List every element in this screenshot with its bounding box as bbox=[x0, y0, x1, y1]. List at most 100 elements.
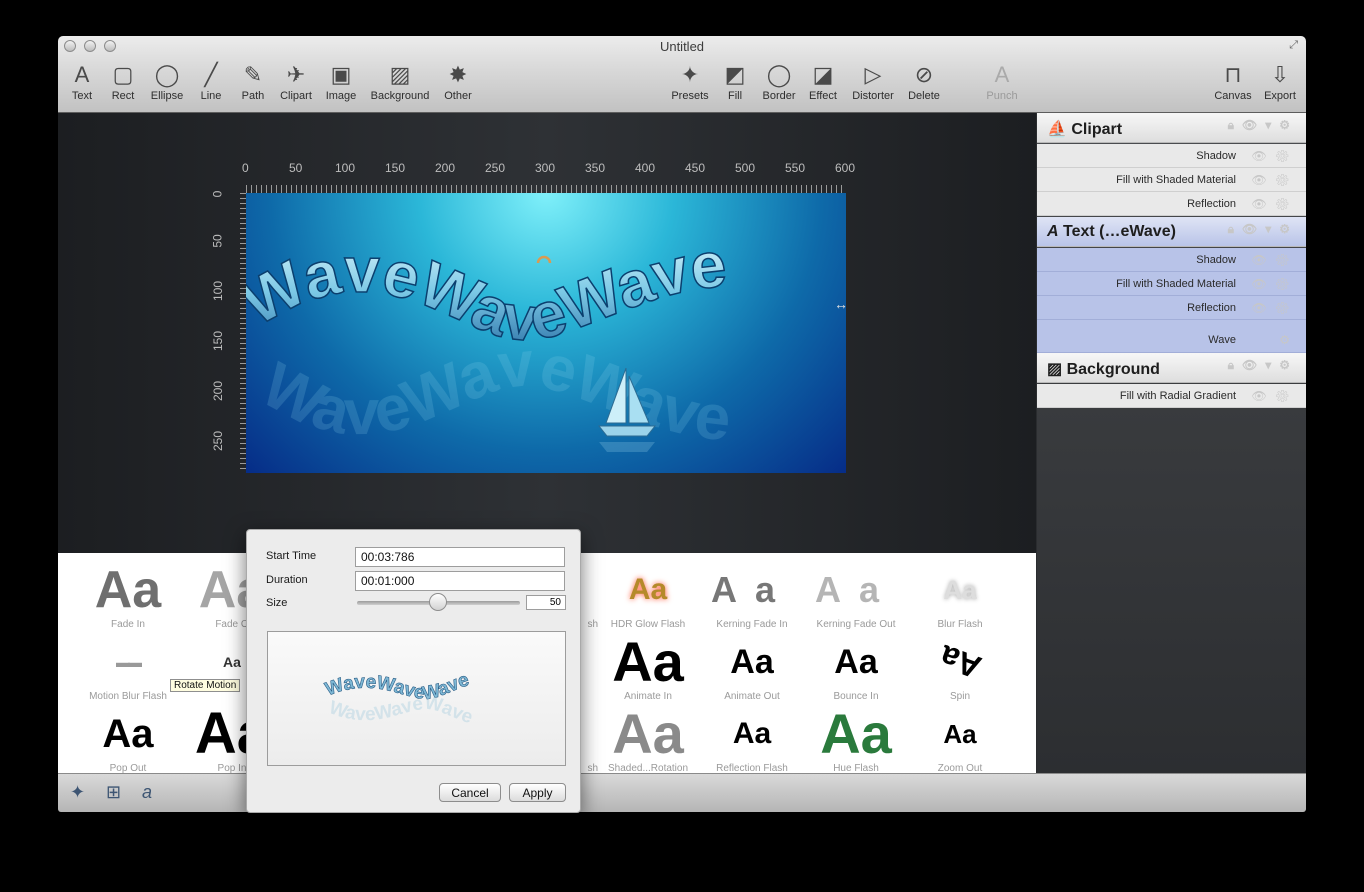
layer-controls[interactable]: 🔒︎👁︎▾⚙︎ bbox=[1228, 222, 1298, 237]
duration-field[interactable] bbox=[355, 571, 565, 591]
punch-button[interactable]: A Punch bbox=[982, 60, 1022, 108]
image-tool-button[interactable]: ▣ Image bbox=[322, 60, 360, 108]
airplane-icon: ✈ bbox=[286, 62, 306, 87]
effect-row[interactable]: Shadow 👁︎⚙︎ bbox=[1037, 144, 1306, 168]
rect-tool-button[interactable]: ▢ Rect bbox=[106, 60, 140, 108]
ruler-y-label: 0 bbox=[210, 190, 225, 198]
delete-button[interactable]: ⊘ Delete bbox=[904, 60, 944, 108]
clipart-tool-button[interactable]: ✈ Clipart bbox=[276, 60, 316, 108]
preview-text-reflection: WaveWaveWave bbox=[326, 692, 475, 728]
effect-row[interactable]: Shadow 👁︎⚙︎ bbox=[1037, 248, 1306, 272]
effect-icon: ◪ bbox=[812, 62, 834, 87]
effect-controls[interactable]: 👁︎⚙︎ bbox=[1252, 301, 1298, 315]
layer-controls[interactable]: 🔒︎👁︎▾⚙︎ bbox=[1228, 358, 1298, 373]
effect-controls[interactable]: 👁︎⚙︎ bbox=[1252, 253, 1298, 267]
layer-text[interactable]: A Text (…eWave) 🔒︎👁︎▾⚙︎ bbox=[1037, 217, 1306, 247]
ruler-x-label: 100 bbox=[335, 161, 356, 175]
fill-button[interactable]: ◩ Fill bbox=[720, 60, 750, 108]
ruler-x-label: 400 bbox=[635, 161, 656, 175]
apply-button[interactable]: Apply bbox=[509, 783, 566, 802]
ruler-y-label: 50 bbox=[210, 234, 225, 248]
start-time-label: Start Time bbox=[266, 550, 317, 562]
preset-bounce-in[interactable]: Aa Bounce In bbox=[806, 633, 906, 702]
horizontal-ruler bbox=[246, 185, 846, 193]
path-icon: ✎ bbox=[243, 62, 263, 87]
effect-button[interactable]: ◪ Effect bbox=[804, 60, 842, 108]
duration-label: Duration bbox=[266, 574, 308, 586]
start-time-field[interactable] bbox=[355, 547, 565, 567]
rotation-handle-icon[interactable] bbox=[536, 255, 552, 264]
border-button[interactable]: ◯ Border bbox=[758, 60, 800, 108]
preset-kerning-fade-in[interactable]: Aa Kerning Fade In bbox=[702, 561, 802, 630]
distorter-button[interactable]: ▷ Distorter bbox=[848, 60, 898, 108]
layer-background[interactable]: ▨ Background 🔒︎👁︎▾⚙︎ bbox=[1037, 353, 1306, 383]
other-tool-button[interactable]: ✸ Other bbox=[440, 60, 476, 108]
effect-row[interactable]: Wave ⚙︎ bbox=[1037, 320, 1306, 353]
layer-controls[interactable]: 🔒︎👁︎▾⚙︎ bbox=[1228, 118, 1298, 133]
effect-row[interactable]: Fill with Shaded Material 👁︎⚙︎ bbox=[1037, 168, 1306, 192]
layer-name: Background bbox=[1066, 361, 1160, 378]
preset-blur-flash[interactable]: Aa Blur Flash bbox=[910, 561, 1010, 630]
ruler-y-label: 100 bbox=[211, 280, 226, 302]
text-style-icon[interactable]: a bbox=[142, 782, 152, 803]
timeline-icon[interactable]: ⊞ bbox=[106, 782, 121, 803]
preset-hue-flash[interactable]: Aa Hue Flash bbox=[806, 705, 906, 775]
layers-panel: ⛵ Clipart 🔒︎👁︎▾⚙︎ Shadow 👁︎⚙︎ Fill with … bbox=[1037, 113, 1306, 773]
effect-controls[interactable]: 👁︎⚙︎ bbox=[1252, 197, 1298, 211]
effect-controls[interactable]: 👁︎⚙︎ bbox=[1252, 173, 1298, 187]
effect-controls[interactable]: 👁︎⚙︎ bbox=[1252, 149, 1298, 163]
size-slider-knob[interactable] bbox=[429, 593, 447, 611]
canvas-area[interactable]: 0 50 100 150 200 250 300 350 400 450 500… bbox=[58, 113, 1036, 553]
preset-animate-in[interactable]: Aa Animate In bbox=[598, 633, 698, 703]
effect-row[interactable]: Reflection 👁︎⚙︎ bbox=[1037, 192, 1306, 216]
line-tool-button[interactable]: ╱ Line bbox=[194, 60, 228, 108]
effect-controls[interactable]: 👁︎⚙︎ bbox=[1252, 277, 1298, 291]
image-icon: ▣ bbox=[330, 62, 352, 87]
animation-preview: WaveWaveWave WaveWaveWave bbox=[267, 631, 566, 766]
canvas-button[interactable]: ⊓ Canvas bbox=[1212, 60, 1254, 108]
background-tool-button[interactable]: ▨ Background bbox=[366, 60, 434, 108]
export-icon: ⇩ bbox=[1270, 62, 1290, 87]
size-value-field[interactable]: 50 bbox=[526, 595, 566, 610]
effect-controls[interactable]: 👁︎⚙︎ bbox=[1252, 389, 1298, 403]
ruler-x-label: 0 bbox=[242, 161, 249, 175]
ruler-x-label: 550 bbox=[785, 161, 806, 175]
artwork-canvas[interactable]: WaveWaveWave WaveWaveWave ↔ bbox=[246, 193, 846, 473]
preset-fade-in[interactable]: Aa Fade In bbox=[78, 561, 178, 630]
preset-spin[interactable]: Aa Spin bbox=[910, 633, 1010, 702]
fullscreen-icon[interactable]: ⤢ bbox=[1289, 39, 1298, 52]
preset-kerning-fade-out[interactable]: Aa Kerning Fade Out bbox=[806, 561, 906, 630]
effect-row[interactable]: Reflection 👁︎⚙︎ bbox=[1037, 296, 1306, 320]
text-tool-button[interactable]: A Text bbox=[64, 60, 100, 108]
effect-row[interactable]: Fill with Shaded Material 👁︎⚙︎ bbox=[1037, 272, 1306, 296]
preset-motion-blur-flash[interactable]: ▬▬ Motion Blur Flash bbox=[78, 633, 178, 702]
paint-bucket-icon: ◩ bbox=[724, 62, 746, 87]
ruler-x-label: 250 bbox=[485, 161, 506, 175]
ruler-x-label: 500 bbox=[735, 161, 756, 175]
presets-button[interactable]: ✦ Presets bbox=[668, 60, 712, 108]
effect-row[interactable]: Fill with Radial Gradient 👁︎⚙︎ bbox=[1037, 384, 1306, 408]
layer-clipart[interactable]: ⛵ Clipart 🔒︎👁︎▾⚙︎ bbox=[1037, 113, 1306, 143]
path-tool-button[interactable]: ✎ Path bbox=[236, 60, 270, 108]
magic-wand-icon[interactable]: ✦ bbox=[70, 782, 85, 803]
preset-pop-out[interactable]: Aa Pop Out bbox=[78, 705, 178, 774]
preset-shaded-rotation[interactable]: Aa Shaded...Rotation bbox=[598, 705, 698, 775]
preset-zoom-out[interactable]: Aa Zoom Out bbox=[910, 705, 1010, 774]
wave-text[interactable]: WaveWaveWave bbox=[246, 227, 730, 356]
animation-settings-popover: Start Time Duration Size 50 WaveWaveWave… bbox=[246, 529, 581, 813]
cancel-button[interactable]: Cancel bbox=[439, 783, 501, 802]
effect-controls[interactable]: ⚙︎ bbox=[1279, 333, 1298, 347]
hatched-square-icon: ▨ bbox=[1047, 361, 1063, 378]
preset-hdr-glow-flash[interactable]: Aa HDR Glow Flash bbox=[598, 561, 698, 630]
toolbar: Untitled ⤢ A Text ▢ Rect ◯ Ellipse ╱ Lin… bbox=[58, 36, 1306, 113]
preset-animate-out[interactable]: Aa Animate Out bbox=[702, 633, 802, 702]
sailboat-icon: ⛵ bbox=[1047, 121, 1067, 138]
wave-text-artwork[interactable]: WaveWaveWave WaveWaveWave ↔ bbox=[246, 193, 846, 473]
preset-reflection-flash[interactable]: Aa Reflection Flash bbox=[702, 705, 802, 774]
export-button[interactable]: ⇩ Export bbox=[1260, 60, 1300, 108]
circle-outline-icon: ◯ bbox=[766, 62, 792, 87]
resize-handle-icon[interactable]: ↔ bbox=[834, 296, 846, 312]
size-label: Size bbox=[266, 597, 288, 609]
ellipse-tool-button[interactable]: ◯ Ellipse bbox=[146, 60, 188, 108]
ruler-x-label: 50 bbox=[289, 161, 303, 175]
